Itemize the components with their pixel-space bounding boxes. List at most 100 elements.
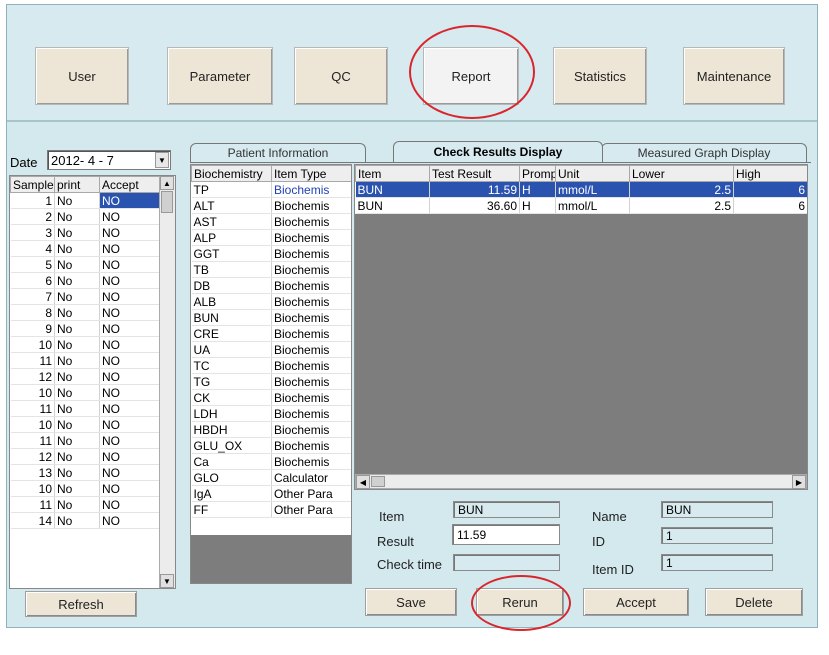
print-cell: No xyxy=(54,416,100,433)
sample-row[interactable]: 10 No NO xyxy=(10,480,161,497)
item-row[interactable]: GLU_OX Biochemis xyxy=(191,437,351,454)
column-header[interactable]: Biochemistry xyxy=(191,165,272,182)
item-row[interactable]: CK Biochemis xyxy=(191,389,351,406)
item-row[interactable]: ALT Biochemis xyxy=(191,197,351,214)
item-row[interactable]: LDH Biochemis xyxy=(191,405,351,422)
result-row[interactable]: BUN 36.60 Hmmol/L 2.5 6 xyxy=(355,197,807,214)
item-row[interactable]: GGT Biochemis xyxy=(191,245,351,262)
print-cell: No xyxy=(54,512,100,529)
item-field[interactable]: BUN xyxy=(453,501,560,518)
item-name-cell: UA xyxy=(191,341,272,358)
sample-row[interactable]: 12 No NO xyxy=(10,368,161,385)
result-row[interactable]: BUN 11.59 Hmmol/L 2.5 6 xyxy=(355,181,807,198)
sample-row[interactable]: 6 No NO xyxy=(10,272,161,289)
column-header[interactable]: Lower xyxy=(629,165,734,182)
checktime-label: Check time xyxy=(377,557,443,572)
result-horizontal-scrollbar[interactable]: ◀ ▶ xyxy=(355,474,807,489)
scroll-thumb[interactable] xyxy=(371,476,385,487)
column-header[interactable]: Test Result xyxy=(429,165,520,182)
item-row[interactable]: CRE Biochemis xyxy=(191,325,351,342)
user-button[interactable]: User xyxy=(35,47,129,105)
column-header[interactable]: Item Type xyxy=(271,165,351,182)
id-field[interactable]: 1 xyxy=(661,527,773,544)
sample-row[interactable]: 4 No NO xyxy=(10,240,161,257)
item-row[interactable]: UA Biochemis xyxy=(191,341,351,358)
accept-button[interactable]: Accept xyxy=(583,588,689,616)
accept-cell: NO xyxy=(99,304,161,321)
chevron-down-icon[interactable]: ▼ xyxy=(155,152,169,168)
sample-row[interactable]: 10 No NO xyxy=(10,336,161,353)
accept-cell: NO xyxy=(99,208,161,225)
sample-row[interactable]: 11 No NO xyxy=(10,496,161,513)
print-cell: No xyxy=(54,256,100,273)
date-value: 2012- 4 - 7 xyxy=(51,152,114,168)
save-button[interactable]: Save xyxy=(365,588,457,616)
sample-row[interactable]: 11 No NO xyxy=(10,352,161,369)
parameter-button[interactable]: Parameter xyxy=(167,47,273,105)
item-row[interactable]: AST Biochemis xyxy=(191,213,351,230)
item-row[interactable]: Ca Biochemis xyxy=(191,453,351,470)
sample-row[interactable]: 9 No NO xyxy=(10,320,161,337)
sample-row[interactable]: 13 No NO xyxy=(10,464,161,481)
item-name-cell: Ca xyxy=(191,453,272,470)
sample-number-cell: 10 xyxy=(10,416,55,433)
column-header[interactable]: Accept xyxy=(99,176,161,193)
date-select[interactable]: 2012- 4 - 7 ▼ xyxy=(47,150,171,170)
result-field[interactable]: 11.59 xyxy=(452,524,560,545)
sample-row[interactable]: 10 No NO xyxy=(10,384,161,401)
qc-button[interactable]: QC xyxy=(294,47,388,105)
sample-scrollbar[interactable]: ▲ ▼ xyxy=(159,176,175,588)
column-header[interactable]: Unit xyxy=(555,165,630,182)
sample-number-cell: 1 xyxy=(10,192,55,209)
column-header[interactable]: Promp xyxy=(519,165,556,182)
item-row[interactable]: ALB Biochemis xyxy=(191,293,351,310)
item-row[interactable]: BUN Biochemis xyxy=(191,309,351,326)
item-row[interactable]: FF Other Para xyxy=(191,501,351,518)
sample-row[interactable]: 11 No NO xyxy=(10,400,161,417)
scroll-thumb[interactable] xyxy=(161,191,173,213)
sample-row[interactable]: 2 No NO xyxy=(10,208,161,225)
sample-row[interactable]: 11 No NO xyxy=(10,432,161,449)
scroll-up-icon[interactable]: ▲ xyxy=(160,176,174,190)
scroll-left-icon[interactable]: ◀ xyxy=(356,475,370,489)
item-row[interactable]: TB Biochemis xyxy=(191,261,351,278)
sample-row[interactable]: 5 No NO xyxy=(10,256,161,273)
column-header[interactable]: High xyxy=(733,165,807,182)
itemid-field[interactable]: 1 xyxy=(661,554,773,571)
rerun-button[interactable]: Rerun xyxy=(476,588,564,616)
maintenance-button[interactable]: Maintenance xyxy=(683,47,785,105)
item-type-cell: Biochemis xyxy=(271,341,351,358)
item-row[interactable]: HBDH Biochemis xyxy=(191,421,351,438)
column-header[interactable]: Item xyxy=(355,165,430,182)
checktime-field[interactable] xyxy=(453,554,560,571)
item-row[interactable]: TC Biochemis xyxy=(191,357,351,374)
item-row[interactable]: DB Biochemis xyxy=(191,277,351,294)
sample-row[interactable]: 3 No NO xyxy=(10,224,161,241)
item-row[interactable]: TP Biochemis xyxy=(191,181,351,198)
tab-check-results-display[interactable]: Check Results Display xyxy=(393,141,603,162)
scroll-right-icon[interactable]: ▶ xyxy=(792,475,806,489)
statistics-button[interactable]: Statistics xyxy=(553,47,647,105)
item-row[interactable]: IgA Other Para xyxy=(191,485,351,502)
item-row[interactable]: TG Biochemis xyxy=(191,373,351,390)
sample-row[interactable]: 14 No NO xyxy=(10,512,161,529)
name-field[interactable]: BUN xyxy=(661,501,773,518)
column-header[interactable]: print xyxy=(54,176,100,193)
delete-button[interactable]: Delete xyxy=(705,588,803,616)
scroll-down-icon[interactable]: ▼ xyxy=(160,574,174,588)
item-row[interactable]: ALP Biochemis xyxy=(191,229,351,246)
tab-measured-graph-display[interactable]: Measured Graph Display xyxy=(601,143,807,162)
lower-cell: 2.5 xyxy=(629,181,734,198)
sample-row[interactable]: 7 No NO xyxy=(10,288,161,305)
report-button[interactable]: Report xyxy=(423,47,519,105)
item-row[interactable]: GLO Calculator xyxy=(191,469,351,486)
refresh-button[interactable]: Refresh xyxy=(25,591,137,617)
column-header[interactable]: Sample xyxy=(10,176,55,193)
accept-cell: NO xyxy=(99,288,161,305)
tab-patient-information[interactable]: Patient Information xyxy=(190,143,366,162)
sample-row[interactable]: 10 No NO xyxy=(10,416,161,433)
sample-row[interactable]: 1 No NO xyxy=(10,192,161,209)
sample-row[interactable]: 12 No NO xyxy=(10,448,161,465)
item-type-cell: Biochemis xyxy=(271,405,351,422)
sample-row[interactable]: 8 No NO xyxy=(10,304,161,321)
